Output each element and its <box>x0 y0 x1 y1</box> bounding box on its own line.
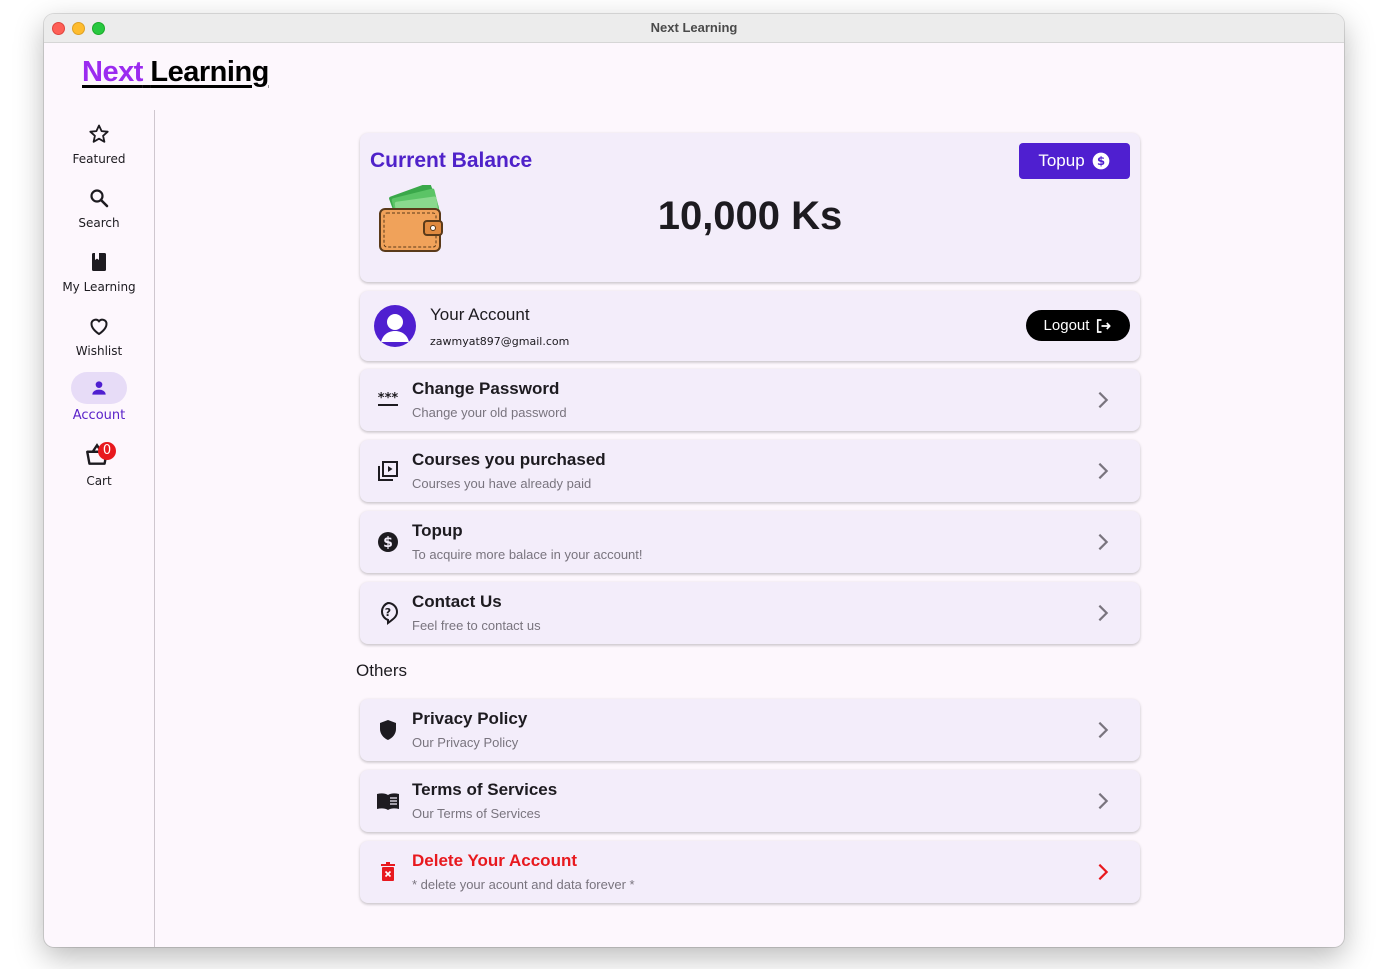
sidebar-item-featured[interactable]: Featured <box>44 122 154 166</box>
row-subtitle: Change your old password <box>412 405 567 420</box>
account-card: Your Account zawmyat897@gmail.com Logout <box>360 291 1140 361</box>
chevron-right-icon <box>1098 604 1109 622</box>
logout-button[interactable]: Logout <box>1026 310 1130 341</box>
help-bubble-icon: ? <box>381 601 399 625</box>
logo-learning-text: Learning <box>150 56 269 88</box>
chevron-right-icon <box>1098 721 1109 739</box>
chevron-right-icon <box>1098 391 1109 409</box>
row-subtitle: * delete your acount and data forever * <box>412 877 635 892</box>
password-icon: *** <box>378 391 399 406</box>
cart-count-badge: 0 <box>98 442 116 460</box>
person-icon <box>92 381 106 395</box>
logout-button-label: Logout <box>1043 317 1090 334</box>
dollar-circle-icon: $ <box>1092 152 1109 170</box>
video-library-icon <box>378 461 398 481</box>
sidebar-item-label: Cart <box>86 474 112 488</box>
sidebar-item-wishlist[interactable]: Wishlist <box>44 314 154 358</box>
window-title: Next Learning <box>650 20 738 35</box>
privacy-policy-row[interactable]: Privacy Policy Our Privacy Policy <box>360 699 1140 761</box>
cart-icon-wrap: 0 <box>84 440 116 468</box>
contact-us-row[interactable]: ? Contact Us Feel free to contact us <box>360 582 1140 644</box>
svg-text:$: $ <box>383 535 393 551</box>
row-subtitle: Courses you have already paid <box>412 476 592 491</box>
chevron-right-icon <box>1098 533 1109 551</box>
row-title: Privacy Policy <box>412 709 528 728</box>
topup-button[interactable]: Topup $ <box>1019 143 1130 179</box>
app-window: Next Learning Next Learning Featured Sea… <box>44 14 1344 947</box>
avatar <box>374 305 416 347</box>
sidebar-item-label: Search <box>78 216 120 230</box>
sidebar-item-account[interactable]: Account <box>44 372 154 423</box>
row-title: Terms of Services <box>412 780 558 799</box>
svg-text:$: $ <box>1097 154 1105 168</box>
topup-row[interactable]: $ Topup To acquire more balace in your a… <box>360 511 1140 573</box>
row-title: Topup <box>412 521 463 540</box>
account-email: zawmyat897@gmail.com <box>430 335 570 348</box>
row-title: Change Password <box>412 379 560 398</box>
sidebar-item-search[interactable]: Search <box>44 186 154 230</box>
search-icon <box>90 189 109 208</box>
balance-title: Current Balance <box>370 149 533 172</box>
sidebar-item-label: My Learning <box>62 280 136 294</box>
svg-text:?: ? <box>385 606 391 619</box>
balance-card: Current Balance Topup $ 10,000 Ks <box>360 133 1140 282</box>
sidebar-item-cart[interactable]: 0 Cart <box>44 440 154 488</box>
sidebar-nav: Featured Search My Learning Wishlist Acc… <box>44 110 155 947</box>
logout-icon <box>1097 318 1112 333</box>
change-password-row[interactable]: *** Change Password Change your old pass… <box>360 369 1140 431</box>
row-subtitle: To acquire more balace in your account! <box>412 547 643 562</box>
others-heading: Others <box>356 661 408 680</box>
terms-of-services-row[interactable]: Terms of Services Our Terms of Services <box>360 770 1140 832</box>
chevron-right-icon <box>1098 863 1109 881</box>
heart-icon <box>90 318 108 336</box>
row-subtitle: Our Terms of Services <box>412 806 541 821</box>
account-title: Your Account <box>430 305 530 324</box>
app-logo[interactable]: Next Learning <box>82 56 269 89</box>
active-indicator <box>71 372 127 404</box>
title-bar: Next Learning <box>44 14 1344 43</box>
open-book-icon <box>377 793 399 810</box>
star-icon <box>89 124 109 143</box>
sidebar-item-label: Featured <box>72 152 126 166</box>
sidebar-item-my-learning[interactable]: My Learning <box>44 250 154 294</box>
courses-purchased-row[interactable]: Courses you purchased Courses you have a… <box>360 440 1140 502</box>
delete-account-row[interactable]: Delete Your Account * delete your acount… <box>360 841 1140 903</box>
row-subtitle: Our Privacy Policy <box>412 735 519 750</box>
chevron-right-icon <box>1098 462 1109 480</box>
balance-amount: 10,000 Ks <box>657 194 843 238</box>
svg-text:***: *** <box>378 391 399 406</box>
topup-button-label: Topup <box>1038 151 1085 170</box>
sidebar-item-label: Wishlist <box>75 344 123 358</box>
shield-icon <box>380 720 396 740</box>
dollar-circle-icon: $ <box>378 532 398 552</box>
chevron-right-icon <box>1098 792 1109 810</box>
trash-icon <box>381 862 395 881</box>
logo-next-text: Next <box>82 56 143 88</box>
book-icon <box>92 253 106 271</box>
row-title: Delete Your Account <box>412 851 577 870</box>
row-subtitle: Feel free to contact us <box>412 618 541 633</box>
sidebar-item-label: Account <box>72 408 126 423</box>
row-title: Courses you purchased <box>412 450 606 469</box>
row-title: Contact Us <box>412 592 502 611</box>
person-icon <box>381 314 409 342</box>
